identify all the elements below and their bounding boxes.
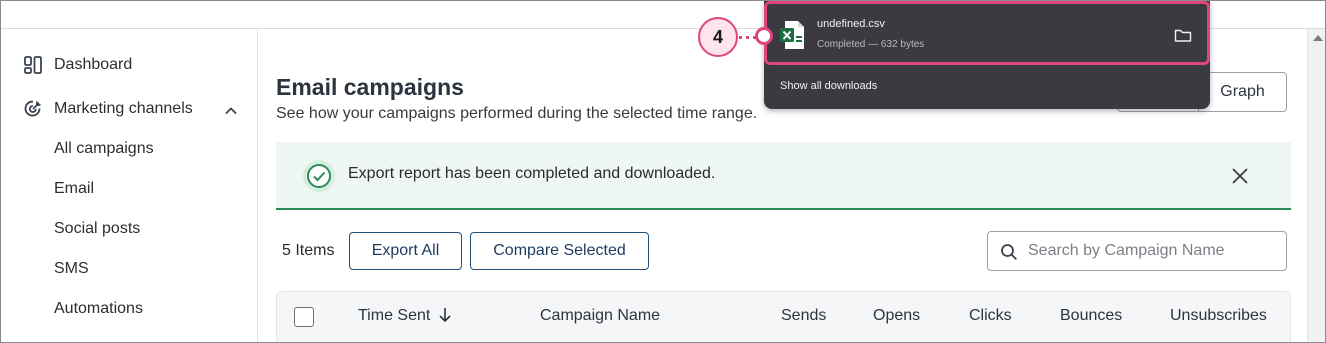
close-icon[interactable]: [1231, 167, 1249, 185]
column-header-unsubscribes[interactable]: Unsubscribes: [1170, 307, 1267, 325]
column-header-opens[interactable]: Opens: [873, 307, 920, 325]
excel-file-icon: [780, 21, 804, 49]
target-icon: [23, 99, 43, 119]
search-input[interactable]: [1028, 240, 1278, 262]
page-title: Email campaigns: [276, 74, 464, 100]
download-status: Completed — 632 bytes: [817, 39, 925, 50]
show-all-downloads-link[interactable]: Show all downloads: [780, 80, 877, 92]
chevron-up-icon[interactable]: [223, 103, 239, 119]
scrollbar[interactable]: [1307, 29, 1325, 342]
column-header-clicks[interactable]: Clicks: [969, 307, 1012, 325]
sidebar-item-sms[interactable]: SMS: [54, 260, 89, 278]
page-subtitle: See how your campaigns performed during …: [276, 105, 758, 122]
step-number-badge: 4: [698, 17, 738, 57]
success-alert: Export report has been completed and dow…: [276, 142, 1291, 210]
sidebar: Dashboard Marketing channels All campaig…: [1, 29, 258, 342]
sidebar-item-dashboard[interactable]: Dashboard: [23, 54, 132, 76]
select-all-checkbox[interactable]: [294, 307, 314, 327]
download-filename: undefined.csv: [817, 18, 885, 30]
arrow-down-icon: [439, 308, 451, 323]
sidebar-item-marketing-channels[interactable]: Marketing channels: [23, 98, 193, 120]
column-header-bounces[interactable]: Bounces: [1060, 307, 1122, 325]
alert-message: Export report has been completed and dow…: [348, 165, 716, 182]
column-header-sends[interactable]: Sends: [781, 307, 826, 325]
sidebar-item-automations[interactable]: Automations: [54, 300, 143, 318]
search-icon: [1001, 244, 1018, 261]
column-header-time-sent[interactable]: Time Sent: [358, 307, 452, 325]
export-all-button[interactable]: Export All: [349, 232, 462, 270]
sidebar-item-email[interactable]: Email: [54, 180, 94, 198]
search-box: [987, 231, 1287, 271]
sidebar-item-social-posts[interactable]: Social posts: [54, 220, 140, 238]
items-count: 5 Items: [282, 242, 335, 259]
sidebar-item-label: Dashboard: [54, 56, 133, 73]
graph-view-button[interactable]: Graph: [1198, 73, 1286, 111]
table-header: Time Sent Campaign Name Sends Opens Clic…: [276, 291, 1291, 342]
downloads-popup: undefined.csv Completed — 632 bytes Show…: [764, 1, 1210, 109]
dashboard-icon: [23, 55, 43, 75]
callout-dot: [755, 27, 773, 45]
check-circle-icon: [303, 160, 335, 192]
compare-selected-button[interactable]: Compare Selected: [470, 232, 649, 270]
app-frame: Dashboard Marketing channels All campaig…: [0, 0, 1326, 343]
folder-icon[interactable]: [1174, 27, 1192, 43]
sidebar-item-all-campaigns[interactable]: All campaigns: [54, 140, 154, 158]
download-item[interactable]: undefined.csv Completed — 632 bytes: [764, 1, 1210, 65]
sidebar-item-label: Marketing channels: [54, 100, 193, 117]
column-header-campaign-name[interactable]: Campaign Name: [540, 307, 660, 325]
scroll-up-arrow-icon[interactable]: [1313, 35, 1323, 41]
callout-connector: [739, 36, 756, 39]
